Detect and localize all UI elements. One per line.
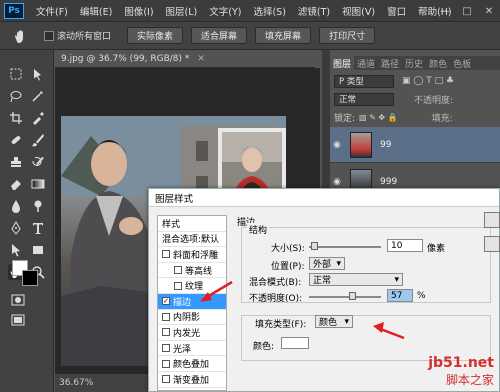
watermark-site: jb51.net: [428, 355, 494, 371]
watermark-name: 脚本之家: [445, 373, 494, 387]
annotation-arrows: [200, 280, 405, 340]
watermark: jb51.net 脚本之家: [428, 355, 494, 388]
